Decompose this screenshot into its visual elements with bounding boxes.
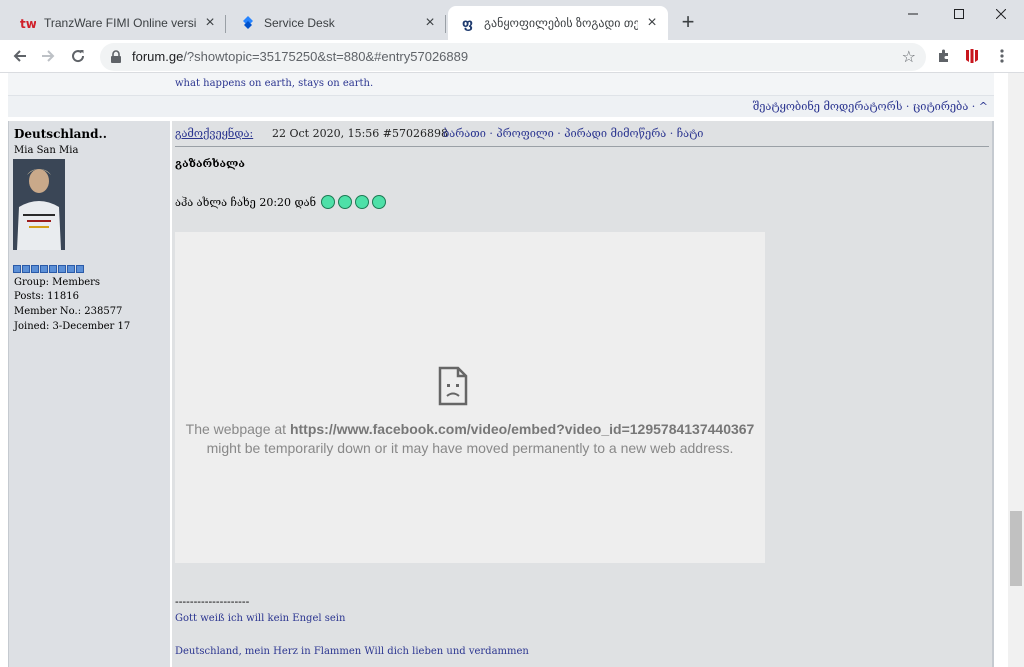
tab-title: განყოფილების ზოგადი თემ [484, 16, 638, 30]
video-embed-error[interactable]: The webpage at https://www.facebook.com/… [175, 232, 765, 563]
author-posts: Posts: 11816 [14, 291, 79, 302]
author-member-no: Member No.: 238577 [14, 306, 123, 317]
published-link[interactable]: გამოქვეყნდა: [175, 127, 253, 140]
tab-tranzware[interactable]: tw TranzWare FIMI Online version 4. × [8, 6, 226, 40]
page-scrollbar[interactable] [1008, 73, 1024, 667]
forum-page: what happens on earth, stays on earth. შ… [0, 73, 1008, 667]
svg-text:tw: tw [20, 17, 36, 30]
svg-text:ფ: ფ [462, 17, 473, 31]
close-tab-icon[interactable]: × [422, 15, 438, 31]
embed-error-line2: might be temporarily down or it may have… [206, 440, 734, 456]
scrollbar-thumb[interactable] [1010, 511, 1022, 586]
post-title: გაზარხალა [175, 157, 245, 170]
extensions-puzzle-icon[interactable] [930, 42, 958, 70]
author-title: Mia San Mia [14, 145, 79, 156]
minimize-icon[interactable] [890, 0, 936, 28]
extension-red-icon[interactable] [958, 42, 986, 70]
author-group: Group: Members [14, 277, 101, 288]
post-header: გამოქვეყნდა: 22 Oct 2020, 15:56 #5702689… [175, 127, 989, 147]
smiley-icon [355, 195, 370, 209]
forum-ge-icon: ფ [460, 15, 476, 31]
signature-divider: -------------------- [175, 595, 250, 608]
maximize-icon[interactable] [936, 0, 982, 28]
smiley-icon [321, 195, 336, 209]
address-bar[interactable]: forum.ge/?showtopic=35175250&st=880&#ent… [100, 43, 926, 71]
avatar [13, 159, 65, 250]
lock-icon [110, 49, 122, 68]
tw-logo-icon: tw [20, 15, 36, 31]
back-arrow-icon[interactable] [6, 42, 34, 70]
previous-post-signature: what happens on earth, stays on earth. [8, 73, 994, 95]
browser-toolbar: forum.ge/?showtopic=35175250&st=880&#ent… [0, 40, 1024, 73]
smiley-icon [372, 195, 387, 209]
post-border [992, 121, 994, 667]
tab-service-desk[interactable]: Service Desk × [228, 6, 446, 40]
smiley-icon [338, 195, 353, 209]
post-author-panel: Deutschland.. Mia San Mia Group: Members… [8, 121, 170, 667]
signature-line: Deutschland, mein Herz in Flammen Will d… [175, 646, 529, 657]
window-close-icon[interactable] [978, 0, 1024, 28]
embed-error-line1: The webpage at https://www.facebook.com/… [185, 421, 755, 437]
report-quote-links[interactable]: შეატყობინე მოდერატორს · ციტირება · ^ [753, 100, 988, 113]
post-text: აჰა ახლა ჩახე 20:20 დან [175, 195, 387, 209]
bookmark-star-icon[interactable]: ☆ [902, 47, 916, 66]
jira-icon [240, 15, 256, 31]
post-date: 22 Oct 2020, 15:56 #57026898 [272, 127, 448, 140]
reload-icon[interactable] [64, 42, 92, 70]
sad-page-icon [437, 366, 469, 410]
url-text: forum.ge/?showtopic=35175250&st=880&#ent… [132, 49, 469, 64]
signature-line: Gott weiß ich will kein Engel sein [175, 613, 346, 624]
tab-strip: tw TranzWare FIMI Online version 4. × Se… [0, 0, 1024, 40]
forum-post: Deutschland.. Mia San Mia Group: Members… [8, 121, 994, 667]
author-joined: Joined: 3-December 17 [14, 321, 131, 332]
post-body: გამოქვეყნდა: 22 Oct 2020, 15:56 #5702689… [172, 121, 992, 667]
rank-pips [13, 265, 84, 273]
tab-title: TranzWare FIMI Online version 4. [44, 16, 196, 30]
forward-arrow-icon[interactable] [34, 42, 62, 70]
signature-text: what happens on earth, stays on earth. [175, 78, 374, 89]
previous-post-actions: შეატყობინე მოდერატორს · ციტირება · ^ [8, 95, 994, 117]
post-author-links[interactable]: ბარათი · პროფილი · პირადი მიმოწერა · ჩატ… [443, 127, 703, 140]
tab-forum[interactable]: ფ განყოფილების ზოგადი თემ × [448, 6, 668, 40]
kebab-menu-icon[interactable] [988, 42, 1016, 70]
author-name[interactable]: Deutschland.. [14, 127, 107, 141]
close-tab-icon[interactable]: × [644, 15, 660, 31]
tab-title: Service Desk [264, 16, 335, 30]
close-tab-icon[interactable]: × [202, 15, 218, 31]
new-tab-button[interactable]: + [676, 10, 700, 34]
